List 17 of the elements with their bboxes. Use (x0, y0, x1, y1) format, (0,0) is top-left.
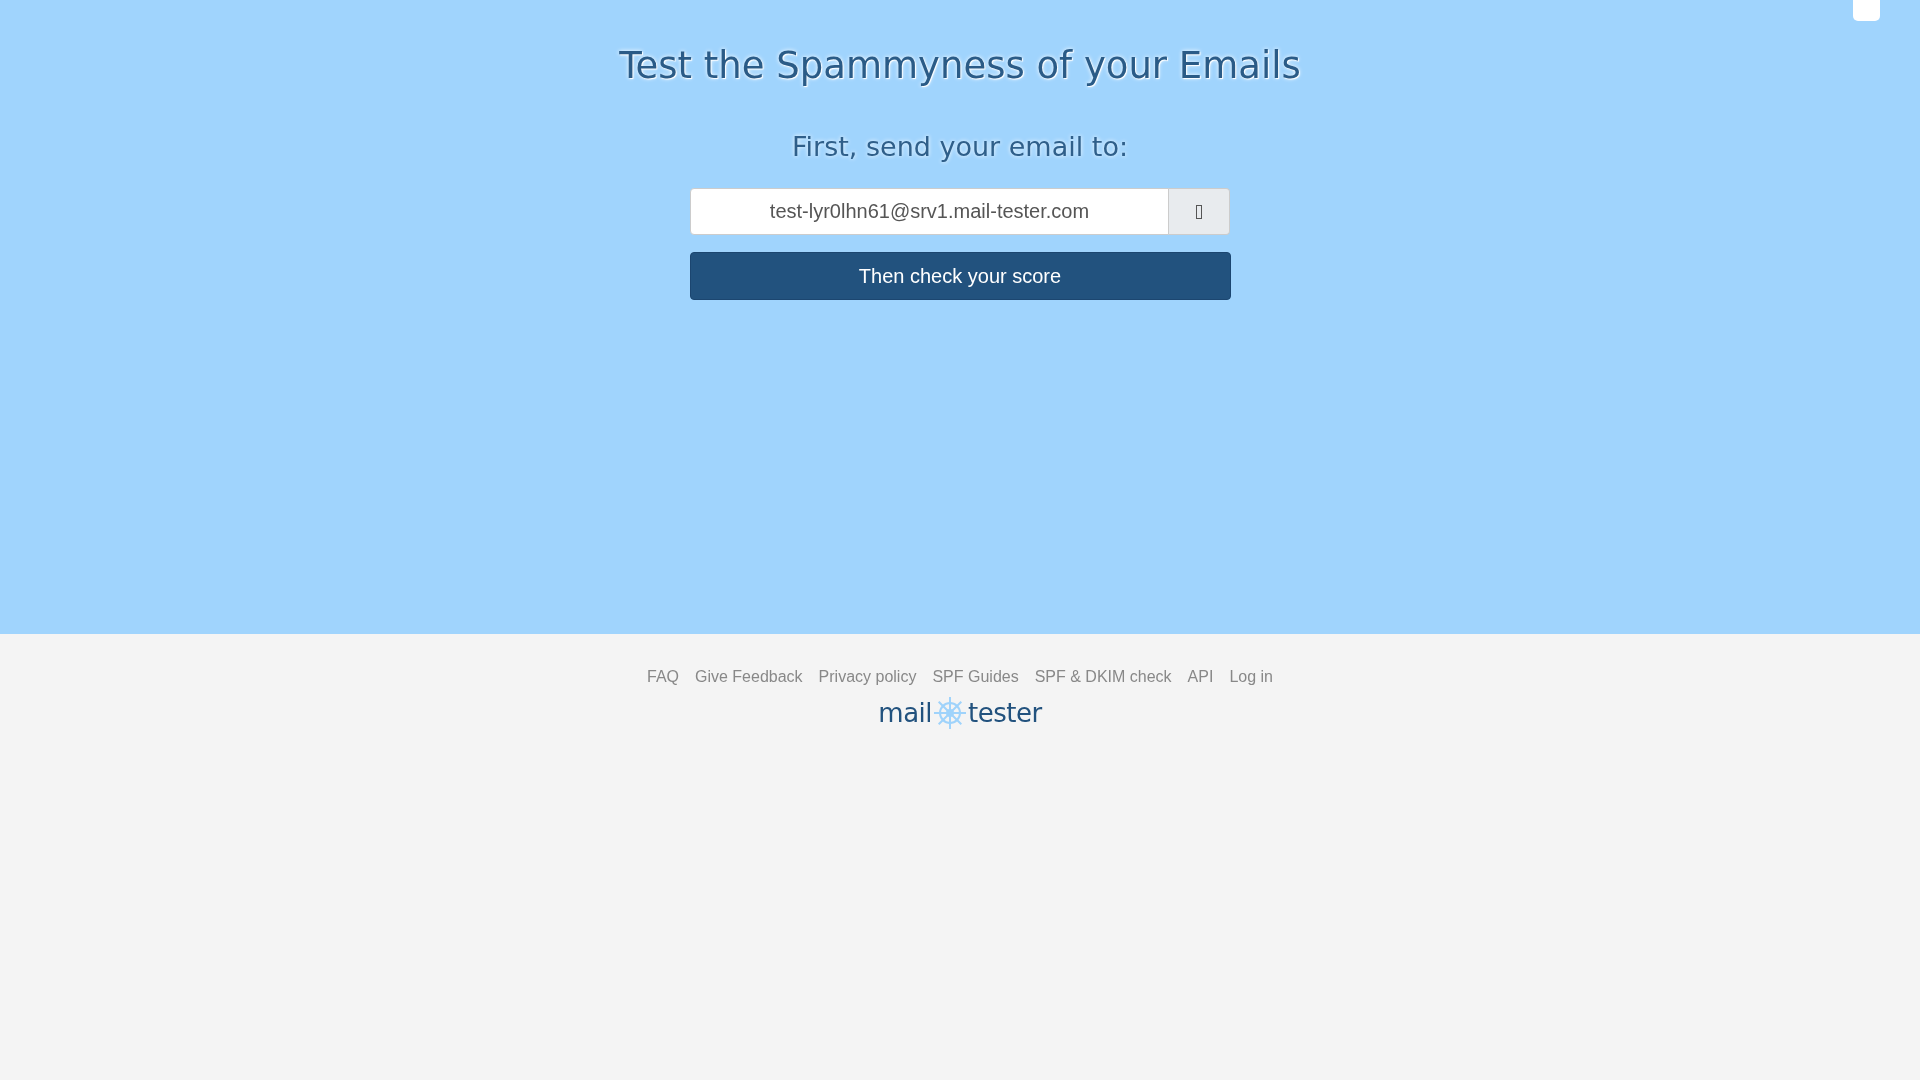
footer-link[interactable]: Give Feedback (695, 668, 803, 686)
footer-link[interactable]: SPF & DKIM check (1034, 668, 1172, 686)
check-score-button[interactable]: Then check your score (689, 252, 1231, 300)
footer-link[interactable]: Privacy policy (818, 668, 917, 686)
footer-link[interactable]: FAQ (647, 668, 679, 686)
ship-wheel-icon (933, 696, 968, 730)
logo-text: mail (878, 698, 933, 728)
box-icon (1196, 204, 1202, 219)
page-subtitle: First, send your email to: (791, 131, 1128, 162)
footer-link[interactable]: SPF Guides (932, 668, 1019, 686)
page-title: Test the Spammyness of your Emails (619, 44, 1301, 87)
copy-button[interactable] (1169, 188, 1230, 235)
corner-tab[interactable] (1853, 0, 1880, 21)
logo-text: tester (968, 698, 1042, 728)
email-field[interactable]: test-lyr0lhn61@srv1.mail-tester.com (690, 188, 1169, 235)
footer-link[interactable]: API (1187, 668, 1214, 686)
footer-link[interactable]: Log in (1229, 668, 1273, 686)
